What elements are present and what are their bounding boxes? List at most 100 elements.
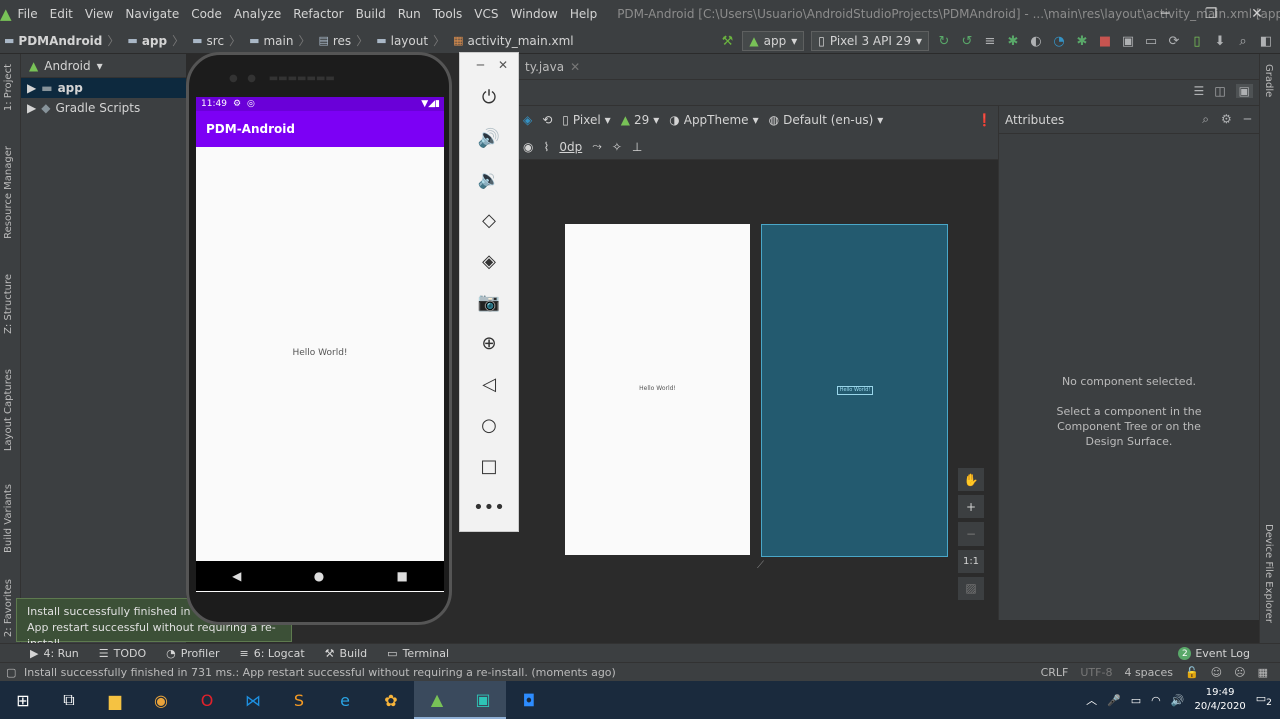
breadcrumb-src[interactable]: ▬ src 〉: [188, 32, 245, 49]
back-icon[interactable]: ◁: [460, 364, 518, 405]
status-message[interactable]: Install successfully finished in 731 ms.…: [24, 666, 616, 679]
task-view-icon[interactable]: ⧉: [46, 681, 92, 719]
default-margin-select[interactable]: 0dp: [559, 140, 582, 154]
profile-icon[interactable]: ◔: [1051, 31, 1067, 51]
device-in-editor-select[interactable]: ▯ Pixel ▾: [562, 113, 610, 127]
windows-start-icon[interactable]: ⊞: [0, 681, 46, 719]
project-tool-tab[interactable]: 1: Project: [3, 64, 14, 111]
search-icon[interactable]: ⌕: [1235, 31, 1251, 51]
vscode-icon[interactable]: ⋈: [230, 681, 276, 719]
build-tool-button[interactable]: ⚒ Build: [325, 647, 368, 660]
design-surface-icon[interactable]: ◈: [523, 113, 532, 127]
expand-arrow-icon[interactable]: ▶: [27, 101, 36, 115]
layout-captures-tab[interactable]: Layout Captures: [3, 369, 14, 451]
feedback-icon[interactable]: ☹: [1234, 666, 1245, 679]
menu-navigate[interactable]: Navigate: [119, 0, 185, 28]
search-icon[interactable]: ⌕: [1202, 112, 1209, 127]
run-config-select[interactable]: ▲ app ▾: [742, 31, 805, 51]
menu-edit[interactable]: Edit: [44, 0, 79, 28]
more-icon[interactable]: •••: [460, 487, 518, 528]
attach-debugger-icon[interactable]: ✱: [1074, 31, 1090, 51]
volume-down-icon[interactable]: 🔉: [460, 159, 518, 200]
opera-icon[interactable]: O: [184, 681, 230, 719]
close-icon[interactable]: ✕: [1234, 0, 1280, 28]
code-view-icon[interactable]: ☰: [1194, 84, 1205, 98]
locale-select[interactable]: ◍ Default (en-us) ▾: [769, 113, 884, 127]
split-view-icon[interactable]: ◫: [1214, 84, 1225, 98]
edge-icon[interactable]: e: [322, 681, 368, 719]
sync-gradle-icon[interactable]: ⟳: [1166, 31, 1182, 51]
chrome-icon[interactable]: ◉: [138, 681, 184, 719]
breadcrumb-res[interactable]: ▤ res 〉: [314, 32, 372, 49]
emulator-taskbar-icon[interactable]: ▣: [460, 681, 506, 719]
structure-tab[interactable]: Z: Structure: [3, 274, 14, 334]
expand-arrow-icon[interactable]: ▶: [27, 81, 36, 95]
file-encoding[interactable]: UTF-8: [1080, 666, 1112, 679]
zoom-app-icon[interactable]: ◘: [506, 681, 552, 719]
memory-icon[interactable]: ▦: [1258, 666, 1268, 679]
breadcrumb-layout[interactable]: ▬ layout 〉: [372, 32, 449, 49]
zoom-icon[interactable]: ⊕: [460, 323, 518, 364]
menu-build[interactable]: Build: [350, 0, 392, 28]
minimize-icon[interactable]: ─: [477, 58, 484, 72]
zoom-in-icon[interactable]: +: [958, 495, 984, 519]
breadcrumb-app[interactable]: ▬ app 〉: [123, 32, 188, 49]
minimize-icon[interactable]: ─: [1142, 0, 1188, 28]
close-tab-icon[interactable]: ✕: [570, 60, 580, 74]
infer-constraints-icon[interactable]: ✧: [612, 140, 622, 154]
chevron-up-icon[interactable]: ︿: [1086, 692, 1097, 708]
run-list-icon[interactable]: ≡: [982, 31, 998, 51]
api-level-select[interactable]: ▲ 29 ▾: [621, 113, 660, 127]
power-icon[interactable]: ⏻: [460, 77, 518, 118]
emulator-screen[interactable]: 11:49 ⚙ ◎ ▼◢▮ PDM-Android Hello World!: [196, 97, 444, 592]
todo-tool-button[interactable]: ☰ TODO: [99, 647, 146, 660]
coverage-icon[interactable]: ◐: [1028, 31, 1044, 51]
nav-back-icon[interactable]: ◀: [232, 569, 241, 583]
design-canvas[interactable]: Hello World! Hello World! ⟋ ✋ + − 1:1 ▨: [519, 160, 998, 620]
build-hammer-icon[interactable]: ⚒: [719, 31, 735, 51]
blueprint-hello-textview[interactable]: Hello World!: [837, 386, 873, 395]
battery-icon[interactable]: ▭: [1131, 694, 1141, 707]
build-variants-tab[interactable]: Build Variants: [3, 484, 14, 553]
hide-panel-icon[interactable]: ─: [1244, 112, 1251, 127]
microphone-icon[interactable]: 🎤: [1107, 694, 1121, 707]
pan-hand-icon[interactable]: ✋: [958, 468, 984, 492]
breadcrumb-project[interactable]: ▬ PDMAndroid 〉: [0, 32, 123, 49]
favorites-tab[interactable]: 2: Favorites: [3, 579, 14, 637]
assistant-icon[interactable]: ◧: [1258, 31, 1274, 51]
menu-help[interactable]: Help: [564, 0, 603, 28]
apply-code-changes-icon[interactable]: ↺: [959, 31, 975, 51]
android-studio-taskbar-icon[interactable]: ▲: [414, 681, 460, 719]
zoom-out-icon[interactable]: −: [958, 522, 984, 546]
nav-home-icon[interactable]: ●: [314, 569, 324, 583]
menu-view[interactable]: View: [79, 0, 119, 28]
debug-icon[interactable]: ✱: [1005, 31, 1021, 51]
paint-icon[interactable]: ✿: [368, 681, 414, 719]
clear-constraints-icon[interactable]: ⤳: [592, 139, 602, 154]
zoom-actual-size-button[interactable]: 1:1: [958, 549, 984, 573]
nav-recents-icon[interactable]: ■: [397, 569, 408, 583]
wifi-icon[interactable]: ◠: [1151, 694, 1161, 707]
profiler-tool-button[interactable]: ◔ Profiler: [166, 647, 219, 660]
indent-setting[interactable]: 4 spaces: [1124, 666, 1173, 679]
inspector-icon[interactable]: ☺: [1211, 666, 1222, 679]
menu-code[interactable]: Code: [185, 0, 228, 28]
blueprint-preview[interactable]: Hello World!: [761, 224, 948, 557]
device-select[interactable]: ▯ Pixel 3 API 29 ▾: [811, 31, 929, 51]
volume-icon[interactable]: 🔊: [1171, 694, 1185, 707]
rotate-left-icon[interactable]: ◇: [460, 200, 518, 241]
gradle-tab[interactable]: Gradle: [1263, 64, 1274, 97]
design-hello-textview[interactable]: Hello World!: [565, 385, 750, 392]
gear-icon[interactable]: ⚙: [1221, 112, 1232, 127]
notification-center-icon[interactable]: ▭2: [1256, 692, 1272, 708]
apply-changes-icon[interactable]: ↻: [936, 31, 952, 51]
screenshot-camera-icon[interactable]: 📷: [460, 282, 518, 323]
line-separator[interactable]: CRLF: [1041, 666, 1069, 679]
tree-item-gradle-scripts[interactable]: ▶ ◆ Gradle Scripts: [21, 98, 186, 118]
stop-icon[interactable]: ■: [1097, 31, 1113, 51]
warning-icon[interactable]: ❗: [977, 113, 992, 127]
event-log-button[interactable]: 2 Event Log: [1178, 644, 1250, 663]
sublime-icon[interactable]: S: [276, 681, 322, 719]
project-view-selector[interactable]: ▲ Android ▾: [21, 54, 186, 78]
breadcrumb-file[interactable]: ▦ activity_main.xml: [449, 34, 578, 48]
